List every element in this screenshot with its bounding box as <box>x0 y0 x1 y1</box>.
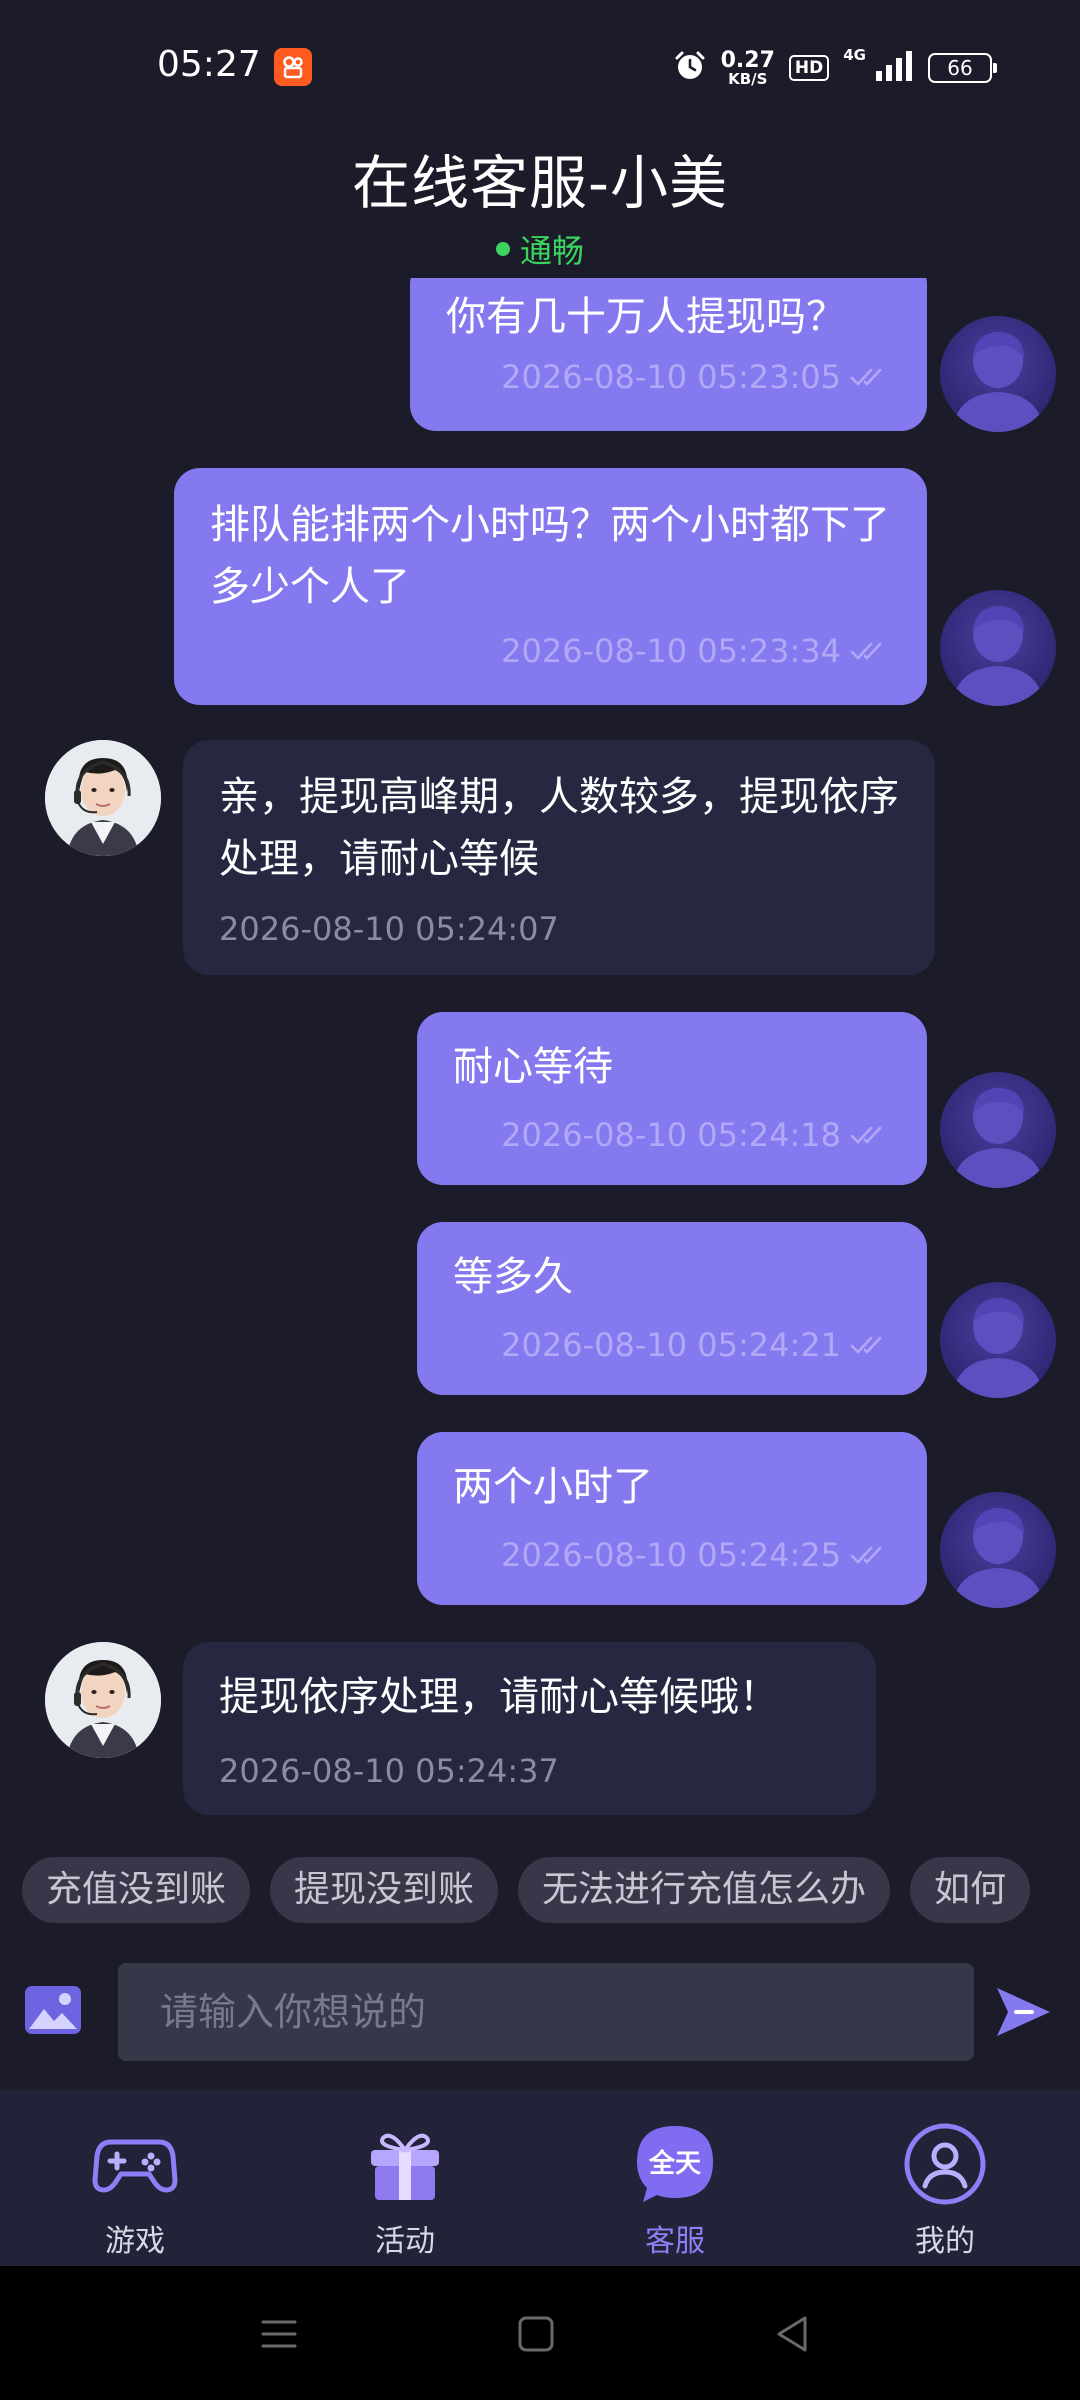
send-icon <box>997 1988 1050 2036</box>
agent-avatar[interactable] <box>45 740 161 856</box>
network-speed-unit: KB/S <box>728 69 768 88</box>
quick-replies[interactable]: 充值没到账 提现没到账 无法进行充值怎么办 如何 <box>22 1857 1058 1927</box>
user-message: 你有几十万人提现吗？ 2026-08-10 05:23:05 <box>410 278 927 431</box>
read-receipt-icon <box>850 642 882 660</box>
profile-icon <box>904 2123 986 2205</box>
system-navigation-bar <box>0 2266 1080 2400</box>
message-timestamp: 2026-08-10 05:23:34 <box>501 632 841 670</box>
message-text: 亲，提现高峰期，人数较多，提现依序处理，请耐心等候 <box>219 774 899 882</box>
status-dot-icon <box>495 242 510 256</box>
message-time: 2026-08-10 05:23:05 <box>501 358 891 396</box>
alarm-icon <box>673 49 707 87</box>
message-text: 排队能排两个小时吗？两个小时都下了多少个人了 <box>210 502 890 610</box>
user-message: 排队能排两个小时吗？两个小时都下了多少个人了 2026-08-10 05:23:… <box>174 468 927 705</box>
back-icon[interactable] <box>771 2312 815 2356</box>
user-message: 两个小时了 2026-08-10 05:24:25 <box>417 1432 927 1605</box>
nav-label: 我的 <box>915 2224 975 2259</box>
user-avatar[interactable] <box>940 590 1056 706</box>
nav-item-customer-service[interactable]: 全天 客服 <box>540 2090 810 2266</box>
user-avatar[interactable] <box>940 1492 1056 1608</box>
network-speed: 0.27 KB/S <box>720 47 775 88</box>
app-notification-icon <box>274 48 312 86</box>
read-receipt-icon <box>850 1546 882 1564</box>
nav-label: 活动 <box>375 2224 435 2259</box>
read-receipt-icon <box>850 1336 882 1354</box>
user-avatar[interactable] <box>940 1072 1056 1188</box>
message-input[interactable] <box>118 1963 974 2061</box>
service-badge-text: 全天 <box>648 2148 701 2179</box>
message-timestamp: 2026-08-10 05:23:05 <box>501 358 841 396</box>
message-timestamp: 2026-08-10 05:24:21 <box>501 1326 841 1364</box>
nav-label: 游戏 <box>105 2224 165 2259</box>
gift-icon <box>371 2133 439 2200</box>
message-time: 2026-08-10 05:24:21 <box>501 1326 891 1364</box>
chat-messages[interactable]: 你有几十万人提现吗？ 2026-08-10 05:23:05 排队能排两个小时吗… <box>0 278 1080 1818</box>
quick-reply-chip[interactable]: 提现没到账 <box>270 1857 499 1923</box>
home-icon[interactable] <box>514 2312 558 2356</box>
read-receipt-icon <box>850 368 882 386</box>
signal-icon <box>874 51 914 85</box>
page-title: 在线客服-小美 <box>352 149 728 217</box>
message-text: 你有几十万人提现吗？ <box>446 294 846 340</box>
agent-message: 亲，提现高峰期，人数较多，提现依序处理，请耐心等候 2026-08-10 05:… <box>183 740 935 975</box>
agent-message: 提现依序处理，请耐心等候哦！ 2026-08-10 05:24:37 <box>183 1642 876 1815</box>
send-button[interactable] <box>994 1984 1052 2040</box>
status-time: 05:27 <box>157 44 261 85</box>
battery-indicator: 66 <box>928 53 997 83</box>
nav-item-activities[interactable]: 活动 <box>270 2090 540 2266</box>
hd-badge: HD <box>788 55 830 81</box>
message-timestamp: 2026-08-10 05:24:07 <box>219 910 559 948</box>
user-avatar[interactable] <box>940 316 1056 432</box>
network-type: 4G <box>843 46 866 64</box>
message-timestamp: 2026-08-10 05:24:18 <box>501 1116 841 1154</box>
user-avatar[interactable] <box>940 1282 1056 1398</box>
message-timestamp: 2026-08-10 05:24:25 <box>501 1536 841 1574</box>
chat-header: 在线客服-小美 通畅 <box>0 130 1080 270</box>
customer-service-icon: 全天 <box>637 2126 713 2202</box>
message-text: 耐心等待 <box>453 1044 613 1090</box>
user-message: 耐心等待 2026-08-10 05:24:18 <box>417 1012 927 1185</box>
agent-avatar[interactable] <box>45 1642 161 1758</box>
user-message: 等多久 2026-08-10 05:24:21 <box>417 1222 927 1395</box>
status-bar: 05:27 0.27 KB/S HD 4G 66 <box>0 0 1080 130</box>
read-receipt-icon <box>850 1126 882 1144</box>
message-time: 2026-08-10 05:24:25 <box>501 1536 891 1574</box>
connection-status: 通畅 <box>495 226 584 272</box>
status-indicators: 0.27 KB/S HD 4G 66 <box>673 46 997 90</box>
message-text: 两个小时了 <box>453 1464 653 1510</box>
message-time: 2026-08-10 05:24:18 <box>501 1116 891 1154</box>
gamepad-icon <box>92 2139 178 2193</box>
quick-reply-chip[interactable]: 充值没到账 <box>22 1857 251 1923</box>
nav-label: 客服 <box>645 2224 705 2259</box>
image-upload-button[interactable] <box>24 1985 82 2035</box>
image-icon <box>25 1986 81 2034</box>
network-speed-value: 0.27 <box>720 47 775 73</box>
nav-item-games[interactable]: 游戏 <box>0 2090 270 2266</box>
nav-item-profile[interactable]: 我的 <box>810 2090 1080 2266</box>
message-timestamp: 2026-08-10 05:24:37 <box>219 1752 559 1790</box>
message-text: 提现依序处理，请耐心等候哦！ <box>219 1674 779 1720</box>
menu-icon[interactable] <box>257 2312 301 2356</box>
connection-status-label: 通畅 <box>519 232 584 270</box>
bottom-navigation: 游戏 活动 全天 客服 我的 <box>0 2090 1080 2266</box>
quick-reply-chip[interactable]: 如何 <box>910 1857 1031 1923</box>
message-text: 等多久 <box>453 1254 573 1300</box>
quick-reply-chip[interactable]: 无法进行充值怎么办 <box>518 1857 891 1923</box>
message-time: 2026-08-10 05:23:34 <box>501 632 891 670</box>
